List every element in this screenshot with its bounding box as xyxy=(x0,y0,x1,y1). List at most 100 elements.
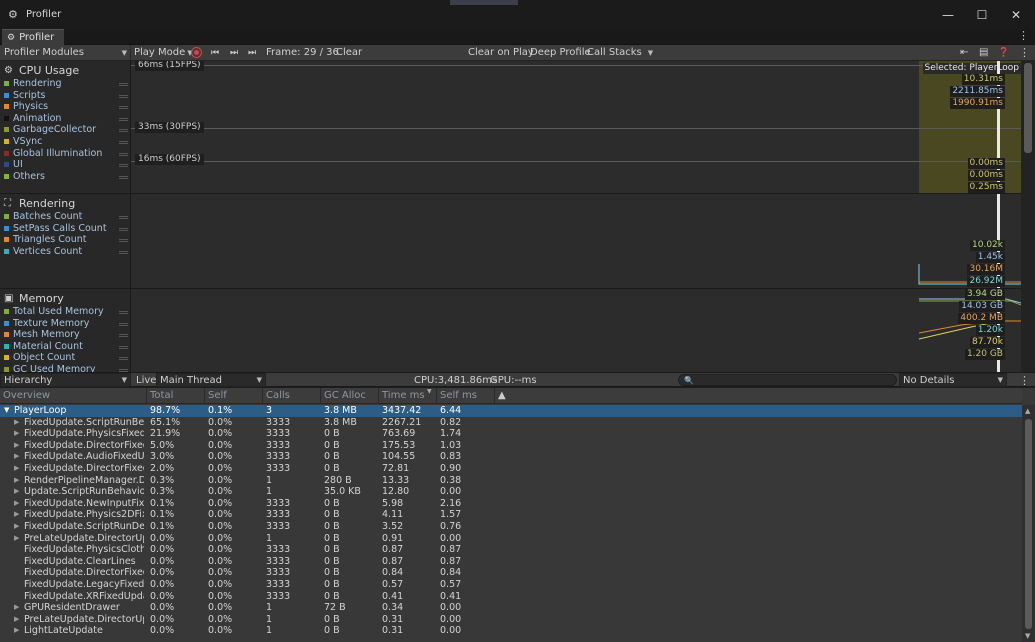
legend-item[interactable]: Others xyxy=(0,171,131,183)
graph-scrollbar[interactable] xyxy=(1021,61,1035,372)
table-row[interactable]: FixedUpdate.PhysicsClothFix 0.0% 0.0% 3333 0… xyxy=(0,544,1022,556)
collapse-arrow-icon[interactable]: ▼ xyxy=(4,405,9,417)
current-frame-button[interactable]: ⏭ xyxy=(248,45,256,60)
expand-arrow-icon[interactable]: ▶ xyxy=(14,451,19,463)
legend-item[interactable]: Vertices Count xyxy=(0,246,131,258)
expand-arrow-icon[interactable]: ▶ xyxy=(14,463,19,475)
table-row[interactable]: ▶ FixedUpdate.AudioFixedUpda 3.0% 0.0% 3333 0… xyxy=(0,451,1022,463)
expand-arrow-icon[interactable]: ▶ xyxy=(14,521,19,533)
table-scrollbar-thumb[interactable] xyxy=(1025,419,1032,629)
legend-item[interactable]: Global Illumination xyxy=(0,148,131,160)
column-header-overview[interactable]: Overview xyxy=(0,388,146,404)
first-frame-button[interactable]: ⏮ xyxy=(211,45,219,60)
column-header-self-ms[interactable]: Self ms xyxy=(436,388,494,404)
expand-arrow-icon[interactable]: ▶ xyxy=(14,417,19,429)
deep-profile-toggle[interactable]: Deep Profile xyxy=(530,45,591,60)
drag-handle-icon[interactable] xyxy=(119,357,128,361)
table-row[interactable]: FixedUpdate.XRFixedUpdate 0.0% 0.0% 3333 0 B… xyxy=(0,591,1022,603)
clear-button[interactable]: Clear xyxy=(336,45,362,60)
table-row[interactable]: ▶ Update.ScriptRunBehaviourU 0.3% 0.0% 1 35.0… xyxy=(0,486,1022,498)
save-button[interactable]: ▤ xyxy=(979,45,988,60)
drag-handle-icon[interactable] xyxy=(119,227,128,231)
profiler-modules-dropdown[interactable]: Profiler Modules ▼ xyxy=(0,45,131,60)
drag-handle-icon[interactable] xyxy=(119,311,128,314)
drag-handle-icon[interactable] xyxy=(119,164,128,168)
drag-handle-icon[interactable] xyxy=(119,250,128,254)
expand-arrow-icon[interactable]: ▶ xyxy=(14,533,19,545)
legend-item[interactable]: GarbageCollector xyxy=(0,124,131,136)
legend-item[interactable]: Animation xyxy=(0,113,131,125)
legend-item[interactable]: Total Used Memory xyxy=(0,306,131,318)
rendering-graph[interactable]: 10.02k 1.45k 30.16M 26.92M xyxy=(131,194,1021,289)
expand-arrow-icon[interactable]: ▶ xyxy=(14,498,19,510)
drag-handle-icon[interactable] xyxy=(119,322,128,326)
drag-handle-icon[interactable] xyxy=(119,83,128,86)
tab-profiler[interactable]: ⚙ Profiler xyxy=(2,29,64,45)
live-toggle[interactable]: Live xyxy=(136,373,156,387)
next-frame-button[interactable]: ⏭ xyxy=(230,45,238,60)
memory-graph[interactable]: 3.94 GB 14.03 GB 400.2 MB 1.20k 87.70k 1.20 G… xyxy=(131,289,1021,372)
search-input[interactable]: 🔍 xyxy=(678,374,897,386)
close-icon[interactable]: ✕ xyxy=(999,0,1033,29)
drag-handle-icon[interactable] xyxy=(119,129,128,133)
column-header-calls[interactable]: Calls xyxy=(262,388,320,404)
drag-handle-icon[interactable] xyxy=(119,216,128,219)
legend-item[interactable]: Rendering xyxy=(0,78,131,90)
table-row[interactable]: ▶ LightLateUpdate 0.0% 0.0% 1 0 B 0.31 0.00 xyxy=(0,625,1022,637)
table-row[interactable]: ▶ FixedUpdate.DirectorFixedUp 2.0% 0.0% 3333… xyxy=(0,463,1022,475)
legend-item[interactable]: Mesh Memory xyxy=(0,329,131,341)
drag-handle-icon[interactable] xyxy=(119,334,128,338)
details-dropdown[interactable]: No Details ▼ xyxy=(899,373,1007,387)
table-row[interactable]: ▶ FixedUpdate.ScriptRunBehav 65.1% 0.0% 3333… xyxy=(0,417,1022,429)
column-header-self[interactable]: Self xyxy=(204,388,262,404)
module-rendering[interactable]: ⛶ Rendering Batches Count SetPass Calls C… xyxy=(0,194,131,289)
clear-on-play-toggle[interactable]: Clear on Play xyxy=(468,45,534,60)
legend-item[interactable]: UI xyxy=(0,159,131,171)
table-row[interactable]: ▶ FixedUpdate.PhysicsFixedUp 21.9% 0.0% 3333… xyxy=(0,428,1022,440)
table-row[interactable]: ▶ PreLateUpdate.DirectorUpda 0.0% 0.0% 1 0 B 0… xyxy=(0,533,1022,545)
legend-item[interactable]: VSync xyxy=(0,136,131,148)
legend-item[interactable]: Batches Count xyxy=(0,211,131,223)
module-cpu-usage[interactable]: ⚙ CPU Usage Rendering Scripts Physics Anima… xyxy=(0,61,131,194)
legend-item[interactable]: SetPass Calls Count xyxy=(0,223,131,235)
legend-item[interactable]: Physics xyxy=(0,101,131,113)
table-row[interactable]: FixedUpdate.LegacyFixedAni 0.0% 0.0% 3333 0 … xyxy=(0,579,1022,591)
expand-arrow-icon[interactable]: ▶ xyxy=(14,602,19,614)
minimize-icon[interactable]: — xyxy=(931,0,965,29)
drag-handle-icon[interactable] xyxy=(119,94,128,98)
legend-item[interactable]: Triangles Count xyxy=(0,234,131,246)
expand-arrow-icon[interactable]: ▶ xyxy=(14,614,19,626)
play-mode-dropdown[interactable]: Play Mode ▼ xyxy=(134,45,193,60)
scroll-up-icon[interactable]: ▲ xyxy=(1025,407,1030,415)
expand-arrow-icon[interactable]: ▶ xyxy=(14,440,19,452)
drag-handle-icon[interactable] xyxy=(119,140,128,144)
cpu-usage-graph[interactable]: 66ms (15FPS) 33ms (30FPS) 16ms (60FPS) S… xyxy=(131,61,1021,194)
expand-arrow-icon[interactable]: ▶ xyxy=(14,475,19,487)
tab-menu-icon[interactable]: ⋮ xyxy=(1018,29,1029,42)
legend-item[interactable]: Scripts xyxy=(0,90,131,102)
table-row[interactable]: ▶ PreLateUpdate.DirectorUpda 0.0% 0.0% 1 0 B 0… xyxy=(0,614,1022,626)
column-header-gc-alloc[interactable]: GC Alloc xyxy=(320,388,378,404)
table-row[interactable]: ▶ FixedUpdate.ScriptRunDelaye 0.1% 0.0% 3333… xyxy=(0,521,1022,533)
drag-handle-icon[interactable] xyxy=(119,345,128,349)
drag-handle-icon[interactable] xyxy=(119,106,128,110)
drag-handle-icon[interactable] xyxy=(119,239,128,243)
scroll-down-icon[interactable]: ▼ xyxy=(1025,632,1030,640)
legend-item[interactable]: Object Count xyxy=(0,352,131,364)
table-row[interactable]: ▶ FixedUpdate.Physics2DFixed 0.1% 0.0% 3333 0… xyxy=(0,509,1022,521)
call-stacks-dropdown[interactable]: Call Stacks ▼ xyxy=(587,45,653,60)
legend-item[interactable]: Material Count xyxy=(0,341,131,353)
expand-arrow-icon[interactable]: ▶ xyxy=(14,625,19,637)
drag-handle-icon[interactable] xyxy=(119,117,128,121)
maximize-icon[interactable]: ☐ xyxy=(965,0,999,29)
table-scrollbar[interactable]: ▲ ▼ xyxy=(1022,405,1035,642)
table-row[interactable]: ▶ FixedUpdate.NewInputFixedU 0.1% 0.0% 3333 0… xyxy=(0,498,1022,510)
column-header-total[interactable]: Total xyxy=(146,388,204,404)
table-row[interactable]: ▶ GPUResidentDrawer 0.0% 0.0% 1 72 B 0.34 0.00 xyxy=(0,602,1022,614)
table-row[interactable]: ▶ FixedUpdate.DirectorFixedUp 5.0% 0.0% 3333… xyxy=(0,440,1022,452)
graph-scrollbar-thumb[interactable] xyxy=(1024,63,1032,153)
help-button[interactable]: ❓ xyxy=(998,45,1009,60)
module-memory[interactable]: ▣ Memory Total Used Memory Texture Memory… xyxy=(0,289,131,375)
drag-handle-icon[interactable] xyxy=(119,175,128,179)
table-row[interactable]: ▼ PlayerLoop 98.7% 0.1% 3 3.8 MB 3437.42 6.44 xyxy=(0,405,1022,417)
